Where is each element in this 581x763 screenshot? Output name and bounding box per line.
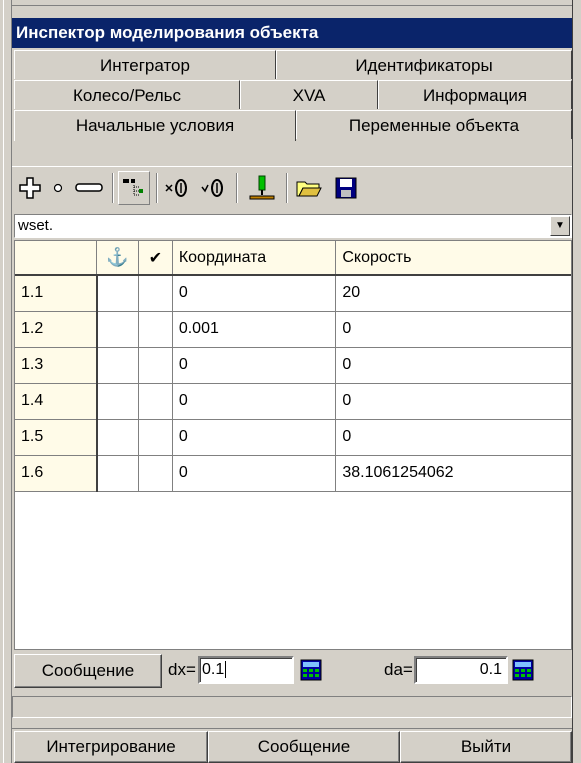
tab-row-2: Колесо/Рельс XVA Информация (12, 80, 572, 109)
tab-information[interactable]: Информация (378, 80, 572, 109)
exit-button[interactable]: Выйти (400, 731, 572, 763)
coordinate-cell[interactable]: 0 (172, 275, 337, 312)
add-icon[interactable] (16, 171, 44, 205)
row-header[interactable]: 1.5 (15, 419, 98, 456)
step-controls: Сообщение dx= 0.1 da= 0.1 (12, 652, 572, 692)
table-row: 1.3 0 0 (15, 347, 571, 384)
window-title: Инспектор моделирования объекта (12, 18, 572, 48)
check-cell[interactable] (138, 419, 173, 456)
coordinate-cell[interactable]: 0 (172, 455, 337, 492)
tab-row-1: Интегратор Идентификаторы (12, 50, 572, 79)
message-button[interactable]: Сообщение (14, 654, 162, 688)
da-field[interactable]: 0.1 (414, 656, 508, 684)
text-cursor (225, 661, 227, 678)
dot-icon[interactable] (48, 171, 68, 205)
toolbar-separator (112, 173, 114, 203)
combo-value: wset. (18, 217, 54, 234)
variable-set-combo[interactable]: wset. ▼ (14, 214, 572, 238)
coordinate-cell[interactable]: 0.001 (172, 311, 337, 348)
probe-icon[interactable] (244, 171, 280, 205)
tab-identifiers[interactable]: Идентификаторы (276, 50, 572, 79)
row-header[interactable]: 1.4 (15, 383, 98, 420)
row-header[interactable]: 1.1 (15, 275, 98, 312)
da-label: da= (384, 660, 413, 679)
speed-cell[interactable]: 0 (335, 419, 571, 456)
table-row: 1.4 0 0 (15, 383, 571, 420)
table-row: 1.2 0.001 0 (15, 311, 571, 348)
left-frame (0, 0, 12, 763)
chevron-down-icon[interactable]: ▼ (550, 216, 570, 236)
anchor-icon[interactable]: ⚓ (96, 241, 139, 276)
check-cell[interactable] (138, 311, 173, 348)
toolbar (12, 166, 572, 210)
dx-label: dx= (168, 660, 196, 679)
row-header[interactable]: 1.6 (15, 455, 98, 492)
coordinate-cell[interactable]: 0 (172, 347, 337, 384)
anchor-cell[interactable] (96, 275, 139, 312)
open-folder-icon[interactable] (292, 171, 326, 205)
tab-row-3: Начальные условия Переменные объекта (12, 110, 572, 141)
anchor-cell[interactable] (96, 347, 139, 384)
integrate-button[interactable]: Интегрирование (14, 731, 208, 763)
column-header-coordinate[interactable]: Координата (172, 241, 337, 276)
speed-cell[interactable]: 0 (335, 311, 571, 348)
check-cell[interactable] (138, 455, 173, 492)
table-row: 1.5 0 0 (15, 419, 571, 456)
column-header-speed[interactable]: Скорость (335, 241, 571, 276)
anchor-cell[interactable] (96, 455, 139, 492)
toolbar-separator (236, 173, 238, 203)
toolbar-separator (156, 173, 158, 203)
grid-table: ⚓ ✔ Координата Скорость 1.1 0 20 1.2 0.0… (15, 241, 571, 492)
multiply-zero-icon[interactable] (162, 171, 194, 205)
anchor-cell[interactable] (96, 383, 139, 420)
tab-object-variables[interactable]: Переменные объекта (296, 110, 572, 139)
status-bar (12, 696, 572, 718)
check-zero-icon[interactable] (198, 171, 230, 205)
check-cell[interactable] (138, 383, 173, 420)
tab-initial-conditions[interactable]: Начальные условия (14, 110, 296, 141)
dx-field[interactable]: 0.1 (198, 656, 294, 684)
row-header[interactable]: 1.2 (15, 311, 98, 348)
check-cell[interactable] (138, 347, 173, 384)
speed-cell[interactable]: 38.1061254062 (335, 455, 571, 492)
toolbar-separator (286, 173, 288, 203)
dx-value: 0.1 (202, 661, 225, 678)
coordinate-cell[interactable]: 0 (172, 419, 337, 456)
table-row: 1.1 0 20 (15, 275, 571, 312)
remove-icon[interactable] (72, 171, 106, 205)
check-cell[interactable] (138, 275, 173, 312)
tree-icon[interactable] (118, 171, 150, 205)
row-header[interactable]: 1.3 (15, 347, 98, 384)
calculator-icon[interactable] (300, 659, 322, 681)
speed-cell[interactable]: 20 (335, 275, 571, 312)
calculator-icon[interactable] (512, 659, 534, 681)
check-icon[interactable]: ✔ (138, 241, 173, 276)
initial-conditions-grid[interactable]: ⚓ ✔ Координата Скорость 1.1 0 20 1.2 0.0… (14, 240, 572, 650)
speed-cell[interactable]: 0 (335, 347, 571, 384)
anchor-cell[interactable] (96, 419, 139, 456)
message-bottom-button[interactable]: Сообщение (208, 731, 400, 763)
table-row: 1.6 0 38.1061254062 (15, 455, 571, 492)
save-icon[interactable] (330, 171, 362, 205)
anchor-cell[interactable] (96, 311, 139, 348)
bottom-button-bar: Интегрирование Сообщение Выйти (12, 728, 572, 763)
tab-xva[interactable]: XVA (240, 80, 378, 109)
tab-wheel-rail[interactable]: Колесо/Рельс (14, 80, 240, 109)
inspector-panel: Инспектор моделирования объекта Интеграт… (12, 6, 572, 763)
right-scrollbar-edge[interactable] (572, 0, 581, 763)
coordinate-cell[interactable]: 0 (172, 383, 337, 420)
tab-integrator[interactable]: Интегратор (14, 50, 276, 79)
grid-header-row: ⚓ ✔ Координата Скорость (15, 241, 571, 276)
grid-corner (15, 241, 98, 276)
speed-cell[interactable]: 0 (335, 383, 571, 420)
